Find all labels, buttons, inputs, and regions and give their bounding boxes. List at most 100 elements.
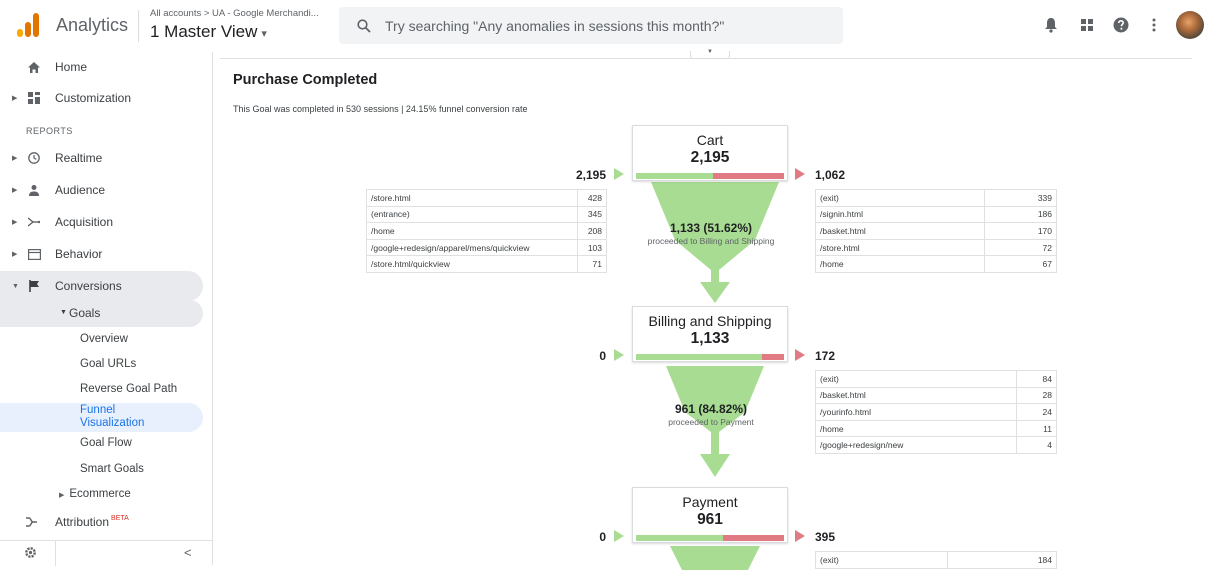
sidebar-item-attribution[interactable]: Attribution BETA [0, 507, 203, 537]
step-exits: 395 [815, 530, 836, 544]
collapse-sidebar-button[interactable]: < [184, 545, 192, 560]
sidebar-item-behavior[interactable]: ▶ Behavior [0, 239, 203, 269]
funnel-step-billing-and-shipping[interactable]: Billing and Shipping 1,133 [632, 306, 788, 362]
page-path: (entrance) [366, 205, 578, 224]
proceed-label: proceeded to Payment [668, 417, 754, 427]
entrance-table: /store.html 428 (entrance) 345 /home 208 /g… [366, 189, 608, 273]
help-icon[interactable] [1110, 14, 1132, 36]
table-row[interactable]: /home 208 [366, 222, 608, 240]
page-path: /store.html [366, 189, 578, 207]
footer-divider [55, 541, 56, 566]
table-row[interactable]: /basket.html 28 [815, 386, 1058, 405]
sidebar-item-ecommerce[interactable]: ▶ Ecommerce [59, 488, 131, 500]
exit-table: (exit) 339 /signin.html 186 /basket.html 17… [814, 189, 1057, 273]
gear-icon[interactable] [24, 546, 37, 564]
table-row[interactable]: (exit) 184 [815, 551, 1058, 569]
entrance-arrow-icon [614, 168, 624, 180]
exit-arrow-icon [795, 530, 805, 542]
table-row[interactable]: /store.html 428 [366, 189, 608, 207]
sidebar-item-goals[interactable]: ▼ Goals [0, 299, 203, 326]
sidebar-item-label: Visualization [80, 417, 145, 429]
page-count: 4 [1015, 436, 1058, 454]
table-row[interactable]: /google+redesign/apparel/mens/quickview 1… [366, 238, 608, 257]
sidebar-item-home[interactable]: Home [0, 52, 203, 82]
top-app-bar: Analytics All accounts > UA - Google Mer… [0, 0, 1209, 52]
acquisition-icon [27, 215, 41, 229]
sidebar-item-overview[interactable]: Overview [80, 333, 128, 345]
search-input[interactable] [385, 17, 825, 34]
funnel-step-cart[interactable]: Cart 2,195 [632, 125, 788, 181]
sidebar: Home ▶ Customization REPORTS ▶ Realtime … [0, 52, 213, 566]
beta-badge: BETA [111, 515, 129, 522]
table-row[interactable]: /google+redesign/new 4 [815, 436, 1058, 454]
table-row[interactable]: /yourinfo.html 24 [815, 403, 1058, 421]
sidebar-item-label: Ecommerce [69, 488, 131, 500]
table-row[interactable]: /basket.html 170 [814, 222, 1057, 240]
reports-section-label: REPORTS [26, 126, 73, 136]
table-row[interactable]: /store.html 72 [814, 238, 1057, 257]
bell-icon[interactable] [1040, 14, 1062, 36]
table-row[interactable]: /signin.html 186 [814, 205, 1057, 224]
chevron-right-icon: ▶ [59, 492, 65, 499]
continue-bar [636, 354, 762, 360]
search-icon [357, 18, 371, 33]
sidebar-item-goal-urls[interactable]: Goal URLs [80, 358, 136, 370]
analytics-logo-icon[interactable] [17, 13, 39, 37]
view-selector[interactable]: 1 Master View ▾ [150, 22, 267, 42]
table-row[interactable]: /home 11 [815, 419, 1058, 438]
page-count: 24 [1015, 403, 1058, 421]
account-breadcrumb[interactable]: All accounts > UA - Google Merchandi... [150, 8, 319, 19]
sidebar-item-realtime[interactable]: ▶ Realtime [0, 143, 203, 173]
expand-panel-tab[interactable]: ▼ [690, 49, 730, 59]
step-value: 2,195 [690, 149, 730, 166]
chevron-right-icon: ▶ [12, 251, 18, 258]
sidebar-item-funnel-visualization[interactable]: Funnel Visualization [80, 404, 144, 430]
search-bar[interactable] [339, 7, 843, 44]
proceed-label: proceeded to Billing and Shipping [647, 236, 775, 246]
page-path: /signin.html [814, 205, 986, 224]
page-path: /basket.html [815, 386, 1017, 405]
proceed-value: 961 (84.82%) [674, 402, 748, 416]
page-count: 103 [576, 238, 608, 257]
customization-icon [27, 91, 41, 105]
sidebar-item-customization[interactable]: ▶ Customization [0, 83, 203, 113]
sidebar-item-reverse-goal-path[interactable]: Reverse Goal Path [80, 383, 177, 395]
page-title: Purchase Completed [233, 72, 378, 88]
behavior-icon [27, 247, 41, 261]
page-count: 84 [1015, 370, 1058, 388]
chevron-down-icon: ▼ [60, 309, 67, 316]
chevron-right-icon: ▶ [12, 187, 18, 194]
table-row[interactable]: /store.html/quickview 71 [366, 255, 608, 273]
sidebar-item-smart-goals[interactable]: Smart Goals [80, 463, 144, 475]
avatar[interactable] [1176, 11, 1204, 39]
page-count: 67 [984, 255, 1057, 273]
more-vert-icon[interactable] [1143, 14, 1165, 36]
exit-arrow-icon [795, 349, 805, 361]
chevron-down-icon: ▼ [707, 49, 713, 55]
page-count: 339 [984, 189, 1057, 207]
sidebar-item-audience[interactable]: ▶ Audience [0, 175, 203, 205]
table-row[interactable]: (entrance) 345 [366, 205, 608, 224]
step-value: 961 [697, 511, 723, 528]
apps-grid-icon[interactable] [1076, 14, 1098, 36]
step-entrances: 2,195 [575, 168, 606, 182]
sidebar-item-label: Conversions [55, 279, 122, 293]
step-name: Cart [696, 132, 724, 148]
table-row[interactable]: (exit) 84 [815, 370, 1058, 388]
page-count: 184 [946, 551, 1058, 569]
step-value: 1,133 [690, 330, 730, 347]
funnel-step-payment[interactable]: Payment 961 [632, 487, 788, 543]
sidebar-item-acquisition[interactable]: ▶ Acquisition [0, 207, 203, 237]
step-entrances: 0 [599, 530, 606, 544]
proceed-info-1: 1,133 (51.62%) proceeded to Billing and … [631, 221, 791, 246]
sidebar-item-conversions[interactable]: ▼ Conversions [0, 271, 203, 301]
exit-bar [723, 535, 784, 541]
sidebar-item-goal-flow[interactable]: Goal Flow [80, 437, 132, 449]
proceed-info-2: 961 (84.82%) proceeded to Payment [631, 402, 791, 427]
step-entrances: 0 [599, 349, 606, 363]
table-row[interactable]: /home 67 [814, 255, 1057, 273]
sidebar-item-label: Funnel [80, 404, 116, 416]
exit-bar [712, 173, 784, 179]
step-progress-bar [636, 354, 784, 360]
table-row[interactable]: (exit) 339 [814, 189, 1057, 207]
